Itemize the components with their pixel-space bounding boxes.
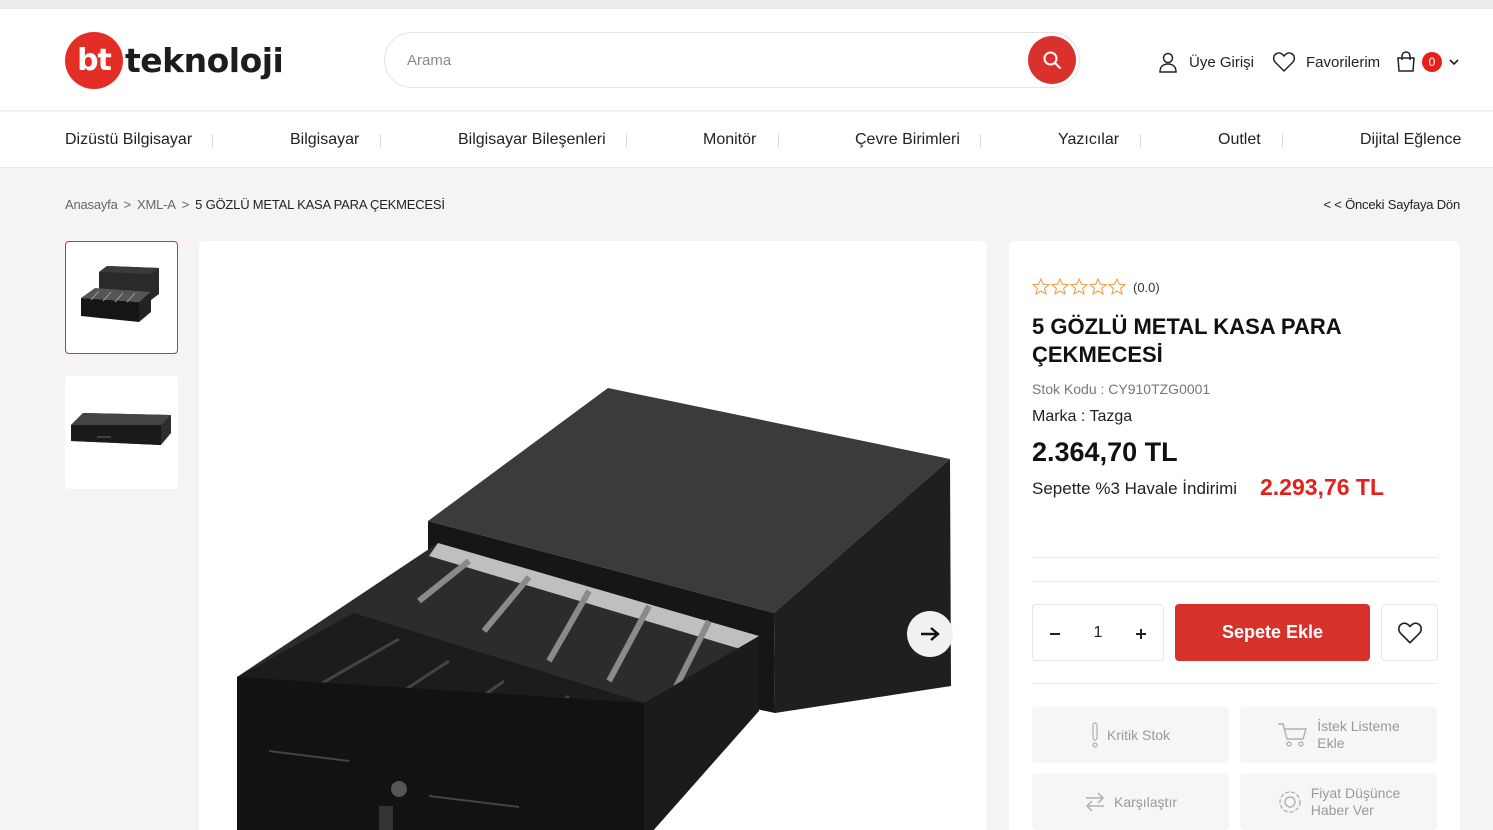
critical-stock-label: Kritik Stok — [1106, 726, 1170, 743]
quantity-stepper: 1 — [1032, 604, 1164, 661]
divider — [1032, 581, 1437, 582]
thumbnail-1[interactable] — [65, 241, 178, 354]
quantity-increase-button[interactable] — [1131, 623, 1151, 643]
breadcrumb: Anasayfa > XML-A > 5 GÖZLÜ METAL KASA PA… — [65, 197, 445, 212]
main-product-image — [199, 241, 987, 830]
price-alert-button[interactable]: Fiyat Düşünce Haber Ver — [1240, 774, 1437, 830]
nav-item-laptop[interactable]: Dizüstü Bilgisayar — [65, 131, 192, 149]
compare-button[interactable]: Karşılaştır — [1032, 774, 1229, 830]
compare-label: Karşılaştır — [1113, 793, 1177, 810]
product-thumbnail-image — [70, 412, 171, 445]
favorites-link[interactable]: Favorilerim — [1272, 51, 1380, 73]
badge-icon — [1279, 791, 1301, 813]
quantity-decrease-button[interactable] — [1045, 623, 1065, 643]
nav-divider — [980, 134, 981, 148]
header: bt teknoloji Üye Girişi Favorilerim 0 — [0, 9, 1493, 111]
cart-link[interactable]: 0 — [1396, 51, 1460, 73]
category-nav: Dizüstü Bilgisayar Bilgisayar Bilgisayar… — [0, 112, 1493, 168]
favorites-label: Favorilerim — [1306, 53, 1381, 71]
nav-divider — [626, 134, 627, 148]
breadcrumb-home[interactable]: Anasayfa — [65, 197, 118, 212]
nav-item-printers[interactable]: Yazıcılar — [1058, 131, 1119, 149]
price-alert-label-line2: Haber Ver — [1310, 802, 1374, 818]
nav-item-components[interactable]: Bilgisayar Bileşenleri — [458, 131, 606, 149]
star-icon — [1032, 278, 1050, 295]
quantity-value[interactable]: 1 — [1094, 624, 1103, 642]
price-alert-label-line1: Fiyat Düşünce — [1310, 785, 1401, 801]
arrow-right-icon — [921, 627, 940, 641]
plus-icon — [1136, 628, 1146, 639]
star-icon — [1108, 278, 1126, 295]
product-title: 5 GÖZLÜ METAL KASA PARA ÇEKMECESİ — [1032, 314, 1341, 367]
bag-icon — [1397, 51, 1415, 72]
nav-item-computer[interactable]: Bilgisayar — [290, 131, 359, 149]
thumbnail-2[interactable] — [65, 376, 178, 489]
breadcrumb-category[interactable]: XML-A — [137, 197, 176, 212]
star-icon — [1070, 278, 1088, 295]
cart-icon — [1278, 723, 1308, 747]
add-to-cart-button[interactable]: Sepete Ekle — [1175, 604, 1370, 661]
breadcrumb-separator: > — [123, 197, 132, 212]
minus-icon — [1050, 632, 1060, 635]
star-icon — [1051, 278, 1069, 295]
stock-code: Stok Kodu : CY910TZG0001 — [1032, 381, 1211, 397]
price-alert-label: Fiyat Düşünce Haber Ver — [1311, 785, 1400, 819]
user-icon — [1159, 52, 1177, 73]
chevron-down-icon — [1449, 59, 1459, 66]
discount-price: 2.293,76 TL — [1260, 474, 1385, 500]
product-thumbnail-image — [80, 265, 159, 322]
top-strip — [0, 0, 1493, 9]
breadcrumb-current: 5 GÖZLÜ METAL KASA PARA ÇEKMECESİ — [195, 197, 445, 212]
search-input[interactable] — [407, 45, 1007, 75]
nav-divider — [380, 134, 381, 148]
discount-label: Sepette %3 Havale İndirimi — [1032, 479, 1238, 498]
search-button[interactable] — [1028, 36, 1076, 84]
nav-divider — [1282, 134, 1283, 148]
breadcrumb-separator: > — [181, 197, 190, 212]
divider — [1032, 683, 1437, 684]
star-icon — [1089, 278, 1107, 295]
compare-icon — [1085, 792, 1105, 812]
next-image-button[interactable] — [907, 611, 953, 657]
product-brand: Marka : Tazga — [1032, 408, 1133, 425]
wishlist-label: İstek Listeme Ekle — [1317, 718, 1399, 752]
nav-item-outlet[interactable]: Outlet — [1218, 131, 1261, 149]
nav-divider — [212, 134, 213, 148]
product-info-panel: (0.0) 5 GÖZLÜ METAL KASA PARA ÇEKMECESİ … — [1009, 241, 1460, 830]
nav-item-peripherals[interactable]: Çevre Birimleri — [855, 131, 960, 149]
cart-count-badge: 0 — [1422, 52, 1442, 72]
wishlist-button[interactable]: İstek Listeme Ekle — [1240, 707, 1437, 763]
nav-divider — [1140, 134, 1141, 148]
critical-stock-button[interactable]: Kritik Stok — [1032, 707, 1229, 763]
wishlist-label-line1: İstek Listeme — [1317, 718, 1400, 734]
rating-stars[interactable] — [1032, 278, 1126, 295]
search-icon — [1043, 51, 1061, 69]
nav-item-digital-entertainment[interactable]: Dijital Eğlence — [1360, 131, 1461, 149]
login-link[interactable]: Üye Girişi — [1157, 51, 1254, 73]
login-label: Üye Girişi — [1189, 53, 1255, 71]
back-link[interactable]: < < Önceki Sayfaya Dön — [1323, 197, 1460, 212]
rating-value: (0.0) — [1133, 280, 1160, 295]
exclamation-icon — [1092, 722, 1098, 748]
wishlist-label-line2: Ekle — [1317, 735, 1345, 751]
heart-icon — [1272, 52, 1296, 73]
nav-item-monitor[interactable]: Monitör — [703, 131, 756, 149]
logo-badge: bt — [65, 32, 123, 89]
add-to-favorites-button[interactable] — [1381, 604, 1438, 661]
divider — [1032, 557, 1437, 558]
cash-drawer-image — [237, 388, 951, 830]
heart-icon — [1397, 621, 1422, 644]
nav-divider — [778, 134, 779, 148]
logo[interactable]: bt teknoloji — [65, 32, 284, 89]
logo-text: teknoloji — [125, 41, 284, 80]
product-price: 2.364,70 TL — [1032, 437, 1178, 467]
search-bar — [384, 32, 1080, 88]
